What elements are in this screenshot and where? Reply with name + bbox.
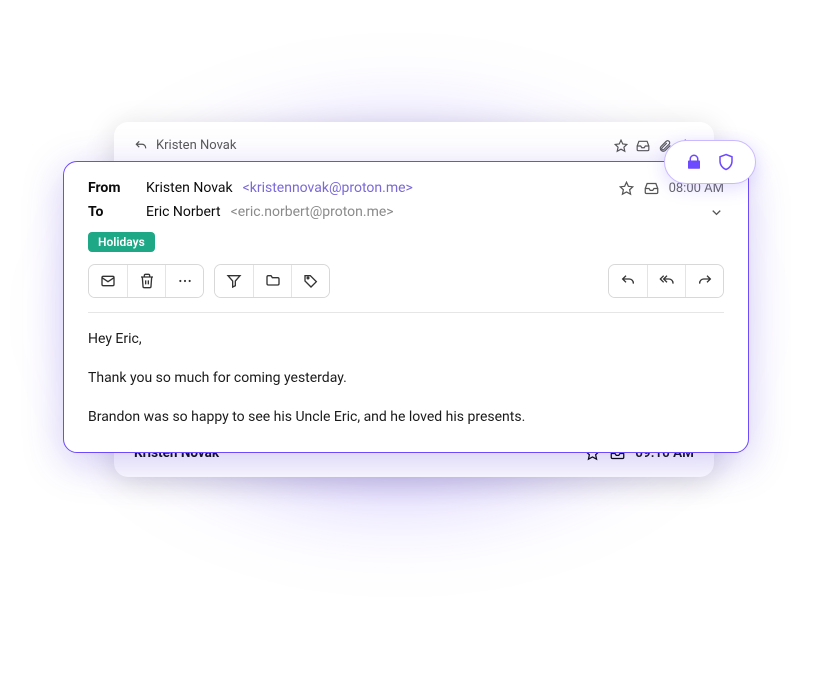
toolbar <box>88 264 724 298</box>
email-meta: From Kristen Novak <kristennovak@proton.… <box>88 180 724 220</box>
star-icon[interactable] <box>619 181 634 196</box>
tool-group-organize <box>214 264 330 298</box>
email-body: Hey Eric, Thank you so much for coming y… <box>88 329 724 428</box>
body-paragraph: Brandon was so happy to see his Uncle Er… <box>88 407 724 428</box>
to-address: <eric.norbert@proton.me> <box>231 204 394 220</box>
tag-button[interactable] <box>291 265 329 297</box>
body-paragraph: Hey Eric, <box>88 329 724 350</box>
chevron-down-icon[interactable] <box>709 205 724 220</box>
from-name: Kristen Novak <box>146 180 233 196</box>
reply-icon <box>134 139 148 153</box>
reply-all-button[interactable] <box>647 265 685 297</box>
back-header-row: Kristen Novak Ja <box>134 138 694 153</box>
to-label: To <box>88 204 136 220</box>
holidays-tag[interactable]: Holidays <box>88 232 155 252</box>
divider <box>88 312 724 313</box>
from-address: <kristennovak@proton.me> <box>243 180 413 196</box>
security-pill <box>664 140 756 184</box>
star-icon[interactable] <box>614 139 628 153</box>
email-detail-card: From Kristen Novak <kristennovak@proton.… <box>63 161 749 453</box>
tool-group-reply <box>608 264 724 298</box>
filter-button[interactable] <box>215 265 253 297</box>
tool-group-main <box>88 264 204 298</box>
body-paragraph: Thank you so much for coming yesterday. <box>88 368 724 389</box>
forward-button[interactable] <box>685 265 723 297</box>
to-name: Eric Norbert <box>146 204 221 220</box>
folder-button[interactable] <box>253 265 291 297</box>
inbox-icon[interactable] <box>644 181 659 196</box>
lock-icon <box>685 153 703 171</box>
more-button[interactable] <box>165 265 203 297</box>
mark-unread-button[interactable] <box>89 265 127 297</box>
reply-button[interactable] <box>609 265 647 297</box>
trash-button[interactable] <box>127 265 165 297</box>
inbox-icon[interactable] <box>636 139 650 153</box>
shield-icon <box>717 153 735 171</box>
to-row: To Eric Norbert <eric.norbert@proton.me> <box>88 204 724 220</box>
from-row: From Kristen Novak <kristennovak@proton.… <box>88 180 724 196</box>
from-label: From <box>88 180 136 196</box>
back-header-name: Kristen Novak <box>156 138 236 153</box>
